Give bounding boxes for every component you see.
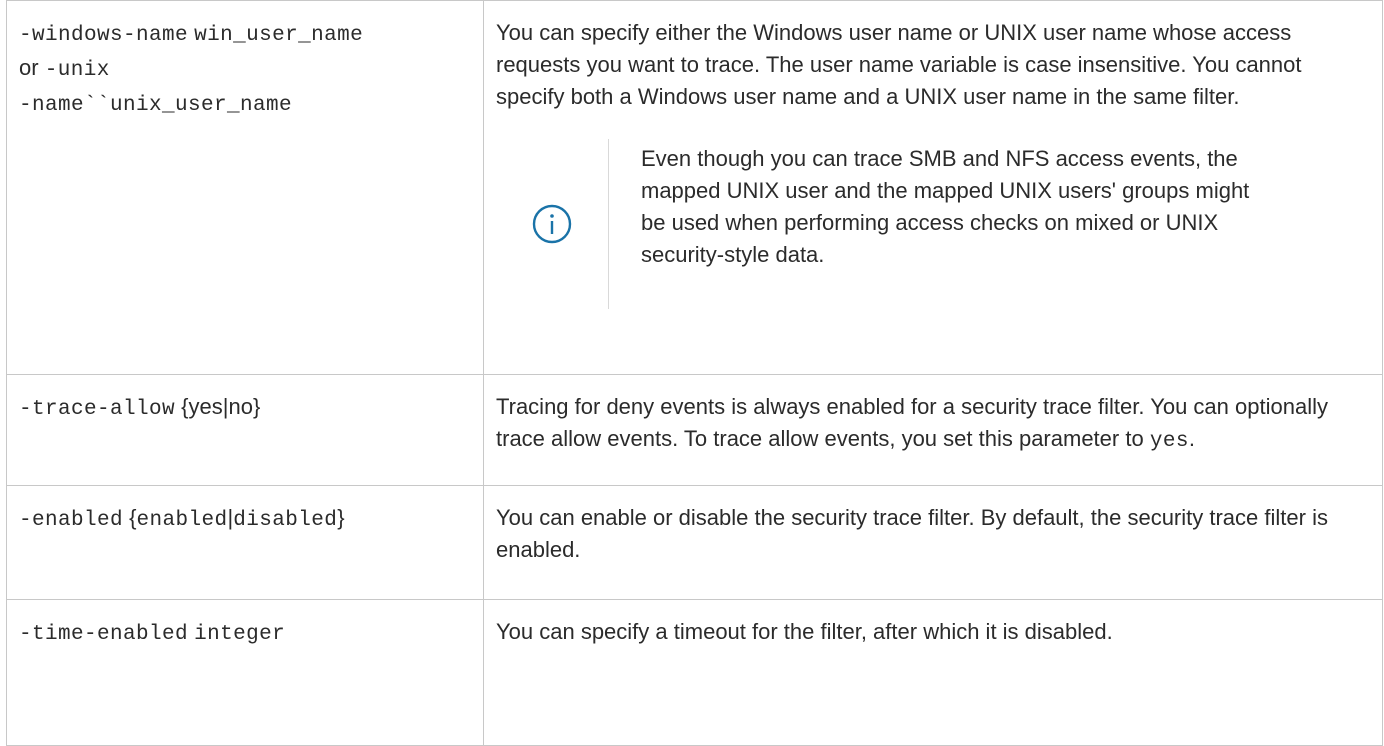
param-option: disabled xyxy=(233,509,338,532)
description-text: You can specify a timeout for the filter… xyxy=(496,619,1113,644)
description-cell: Tracing for deny events is always enable… xyxy=(483,374,1383,486)
param-code: -trace-allow xyxy=(19,398,176,421)
param-cell: -enabled {enabled|disabled} xyxy=(6,485,484,600)
param-code: -windows-name xyxy=(19,24,189,47)
table-row: -time-enabled integer You can specify a … xyxy=(6,599,1383,746)
param-cell: -time-enabled integer xyxy=(6,599,484,746)
param-code: -name``unix_user_name xyxy=(19,94,293,117)
note-icon-column xyxy=(496,139,609,309)
note-text: Even though you can trace SMB and NFS ac… xyxy=(641,146,1250,267)
param-arg: win_user_name xyxy=(194,24,364,47)
description-text: You can enable or disable the security t… xyxy=(496,505,1328,562)
parameters-table: -windows-name win_user_name or -unix -na… xyxy=(6,0,1383,746)
param-cell: -windows-name win_user_name or -unix -na… xyxy=(6,0,484,375)
description-text: Tracing for deny events is always enable… xyxy=(496,394,1328,453)
param-or: or xyxy=(19,55,39,80)
info-icon xyxy=(532,204,572,244)
param-option: yes xyxy=(188,394,223,419)
table-row: -trace-allow {yes|no} Tracing for deny e… xyxy=(6,374,1383,486)
param-code: -enabled xyxy=(19,509,124,532)
param-cell: -trace-allow {yes|no} xyxy=(6,374,484,486)
param-code: -unix xyxy=(44,59,110,82)
description-cell: You can specify either the Windows user … xyxy=(483,0,1383,375)
description-cell: You can specify a timeout for the filter… xyxy=(483,599,1383,746)
table-row: -windows-name win_user_name or -unix -na… xyxy=(6,0,1383,375)
inline-code: yes xyxy=(1149,430,1189,453)
description-text: You can specify either the Windows user … xyxy=(496,20,1302,109)
param-code: -time-enabled xyxy=(19,623,189,646)
param-arg: integer xyxy=(194,623,286,646)
note-admonition: Even though you can trace SMB and NFS ac… xyxy=(496,139,1370,309)
description-cell: You can enable or disable the security t… xyxy=(483,485,1383,600)
param-option: no xyxy=(228,394,253,419)
param-option: enabled xyxy=(136,509,228,532)
table-row: -enabled {enabled|disabled} You can enab… xyxy=(6,485,1383,600)
